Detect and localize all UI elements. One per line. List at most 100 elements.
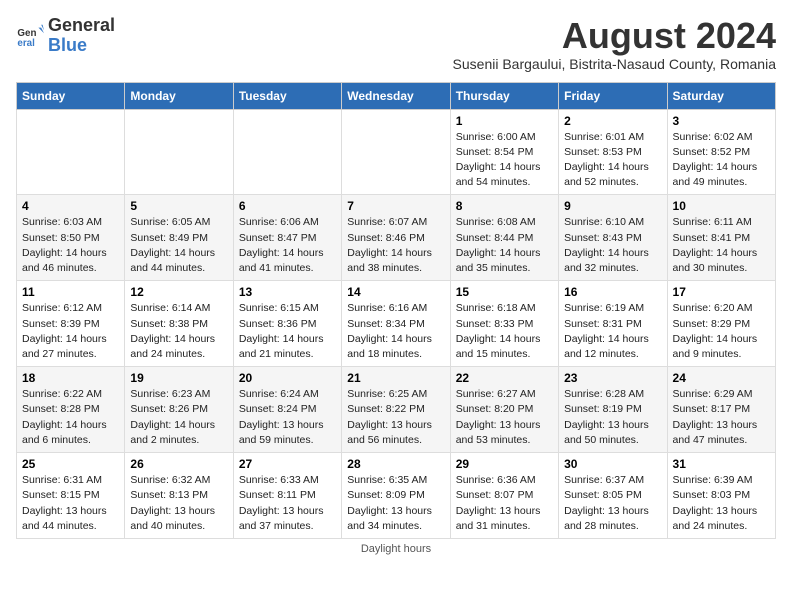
logo-general: General [48, 16, 115, 36]
col-thursday: Thursday [450, 82, 558, 109]
col-monday: Monday [125, 82, 233, 109]
day-number: 14 [347, 285, 444, 299]
calendar-cell: 28 Sunrise: 6:35 AMSunset: 8:09 PMDaylig… [342, 453, 450, 539]
day-number: 17 [673, 285, 770, 299]
calendar-cell: 15 Sunrise: 6:18 AMSunset: 8:33 PMDaylig… [450, 281, 558, 367]
day-number: 18 [22, 371, 119, 385]
calendar-cell: 19 Sunrise: 6:23 AMSunset: 8:26 PMDaylig… [125, 367, 233, 453]
day-number: 25 [22, 457, 119, 471]
cell-info: Sunrise: 6:08 AMSunset: 8:44 PMDaylight:… [456, 216, 541, 274]
day-number: 21 [347, 371, 444, 385]
calendar-cell [125, 109, 233, 195]
col-sunday: Sunday [17, 82, 125, 109]
day-number: 24 [673, 371, 770, 385]
calendar-cell: 23 Sunrise: 6:28 AMSunset: 8:19 PMDaylig… [559, 367, 667, 453]
day-number: 13 [239, 285, 336, 299]
calendar-cell [342, 109, 450, 195]
day-number: 27 [239, 457, 336, 471]
calendar-cell: 27 Sunrise: 6:33 AMSunset: 8:11 PMDaylig… [233, 453, 341, 539]
calendar-week-3: 11 Sunrise: 6:12 AMSunset: 8:39 PMDaylig… [17, 281, 776, 367]
calendar-cell: 14 Sunrise: 6:16 AMSunset: 8:34 PMDaylig… [342, 281, 450, 367]
calendar-cell: 21 Sunrise: 6:25 AMSunset: 8:22 PMDaylig… [342, 367, 450, 453]
calendar-cell: 3 Sunrise: 6:02 AMSunset: 8:52 PMDayligh… [667, 109, 775, 195]
day-number: 28 [347, 457, 444, 471]
day-number: 11 [22, 285, 119, 299]
cell-info: Sunrise: 6:25 AMSunset: 8:22 PMDaylight:… [347, 388, 432, 446]
day-number: 4 [22, 199, 119, 213]
calendar-cell: 8 Sunrise: 6:08 AMSunset: 8:44 PMDayligh… [450, 195, 558, 281]
cell-info: Sunrise: 6:15 AMSunset: 8:36 PMDaylight:… [239, 302, 324, 360]
cell-info: Sunrise: 6:33 AMSunset: 8:11 PMDaylight:… [239, 474, 324, 532]
cell-info: Sunrise: 6:19 AMSunset: 8:31 PMDaylight:… [564, 302, 649, 360]
cell-info: Sunrise: 6:06 AMSunset: 8:47 PMDaylight:… [239, 216, 324, 274]
cell-info: Sunrise: 6:37 AMSunset: 8:05 PMDaylight:… [564, 474, 649, 532]
day-number: 5 [130, 199, 227, 213]
calendar-cell: 24 Sunrise: 6:29 AMSunset: 8:17 PMDaylig… [667, 367, 775, 453]
day-number: 8 [456, 199, 553, 213]
cell-info: Sunrise: 6:27 AMSunset: 8:20 PMDaylight:… [456, 388, 541, 446]
col-wednesday: Wednesday [342, 82, 450, 109]
col-tuesday: Tuesday [233, 82, 341, 109]
cell-info: Sunrise: 6:22 AMSunset: 8:28 PMDaylight:… [22, 388, 107, 446]
col-friday: Friday [559, 82, 667, 109]
day-number: 9 [564, 199, 661, 213]
calendar-cell: 26 Sunrise: 6:32 AMSunset: 8:13 PMDaylig… [125, 453, 233, 539]
cell-info: Sunrise: 6:11 AMSunset: 8:41 PMDaylight:… [673, 216, 758, 274]
month-title: August 2024 [453, 16, 776, 56]
day-number: 30 [564, 457, 661, 471]
header-row: Sunday Monday Tuesday Wednesday Thursday… [17, 82, 776, 109]
day-number: 1 [456, 114, 553, 128]
day-number: 16 [564, 285, 661, 299]
logo: Gen eral General Blue [16, 16, 115, 56]
calendar-cell: 29 Sunrise: 6:36 AMSunset: 8:07 PMDaylig… [450, 453, 558, 539]
day-number: 22 [456, 371, 553, 385]
day-number: 31 [673, 457, 770, 471]
cell-info: Sunrise: 6:36 AMSunset: 8:07 PMDaylight:… [456, 474, 541, 532]
day-number: 20 [239, 371, 336, 385]
day-number: 3 [673, 114, 770, 128]
cell-info: Sunrise: 6:28 AMSunset: 8:19 PMDaylight:… [564, 388, 649, 446]
calendar-cell: 20 Sunrise: 6:24 AMSunset: 8:24 PMDaylig… [233, 367, 341, 453]
cell-info: Sunrise: 6:03 AMSunset: 8:50 PMDaylight:… [22, 216, 107, 274]
calendar-cell: 2 Sunrise: 6:01 AMSunset: 8:53 PMDayligh… [559, 109, 667, 195]
calendar-cell: 31 Sunrise: 6:39 AMSunset: 8:03 PMDaylig… [667, 453, 775, 539]
calendar-cell: 4 Sunrise: 6:03 AMSunset: 8:50 PMDayligh… [17, 195, 125, 281]
calendar-cell: 22 Sunrise: 6:27 AMSunset: 8:20 PMDaylig… [450, 367, 558, 453]
calendar-cell: 6 Sunrise: 6:06 AMSunset: 8:47 PMDayligh… [233, 195, 341, 281]
calendar-cell: 5 Sunrise: 6:05 AMSunset: 8:49 PMDayligh… [125, 195, 233, 281]
calendar-cell: 10 Sunrise: 6:11 AMSunset: 8:41 PMDaylig… [667, 195, 775, 281]
cell-info: Sunrise: 6:24 AMSunset: 8:24 PMDaylight:… [239, 388, 324, 446]
svg-text:eral: eral [17, 38, 35, 49]
day-number: 7 [347, 199, 444, 213]
cell-info: Sunrise: 6:07 AMSunset: 8:46 PMDaylight:… [347, 216, 432, 274]
day-number: 26 [130, 457, 227, 471]
day-number: 6 [239, 199, 336, 213]
cell-info: Sunrise: 6:20 AMSunset: 8:29 PMDaylight:… [673, 302, 758, 360]
calendar-cell: 13 Sunrise: 6:15 AMSunset: 8:36 PMDaylig… [233, 281, 341, 367]
cell-info: Sunrise: 6:32 AMSunset: 8:13 PMDaylight:… [130, 474, 215, 532]
cell-info: Sunrise: 6:12 AMSunset: 8:39 PMDaylight:… [22, 302, 107, 360]
calendar-cell: 7 Sunrise: 6:07 AMSunset: 8:46 PMDayligh… [342, 195, 450, 281]
calendar-cell: 1 Sunrise: 6:00 AMSunset: 8:54 PMDayligh… [450, 109, 558, 195]
calendar-cell: 18 Sunrise: 6:22 AMSunset: 8:28 PMDaylig… [17, 367, 125, 453]
calendar-cell [17, 109, 125, 195]
day-number: 10 [673, 199, 770, 213]
calendar-cell: 17 Sunrise: 6:20 AMSunset: 8:29 PMDaylig… [667, 281, 775, 367]
title-area: August 2024 Susenii Bargaului, Bistrita-… [453, 16, 776, 78]
calendar-cell: 16 Sunrise: 6:19 AMSunset: 8:31 PMDaylig… [559, 281, 667, 367]
calendar-cell [233, 109, 341, 195]
cell-info: Sunrise: 6:23 AMSunset: 8:26 PMDaylight:… [130, 388, 215, 446]
col-saturday: Saturday [667, 82, 775, 109]
calendar-cell: 11 Sunrise: 6:12 AMSunset: 8:39 PMDaylig… [17, 281, 125, 367]
cell-info: Sunrise: 6:35 AMSunset: 8:09 PMDaylight:… [347, 474, 432, 532]
logo-blue: Blue [48, 36, 115, 56]
cell-info: Sunrise: 6:31 AMSunset: 8:15 PMDaylight:… [22, 474, 107, 532]
cell-info: Sunrise: 6:02 AMSunset: 8:52 PMDaylight:… [673, 131, 758, 189]
cell-info: Sunrise: 6:01 AMSunset: 8:53 PMDaylight:… [564, 131, 649, 189]
calendar-week-2: 4 Sunrise: 6:03 AMSunset: 8:50 PMDayligh… [17, 195, 776, 281]
day-number: 15 [456, 285, 553, 299]
calendar-week-5: 25 Sunrise: 6:31 AMSunset: 8:15 PMDaylig… [17, 453, 776, 539]
calendar-cell: 25 Sunrise: 6:31 AMSunset: 8:15 PMDaylig… [17, 453, 125, 539]
day-number: 19 [130, 371, 227, 385]
calendar-cell: 30 Sunrise: 6:37 AMSunset: 8:05 PMDaylig… [559, 453, 667, 539]
